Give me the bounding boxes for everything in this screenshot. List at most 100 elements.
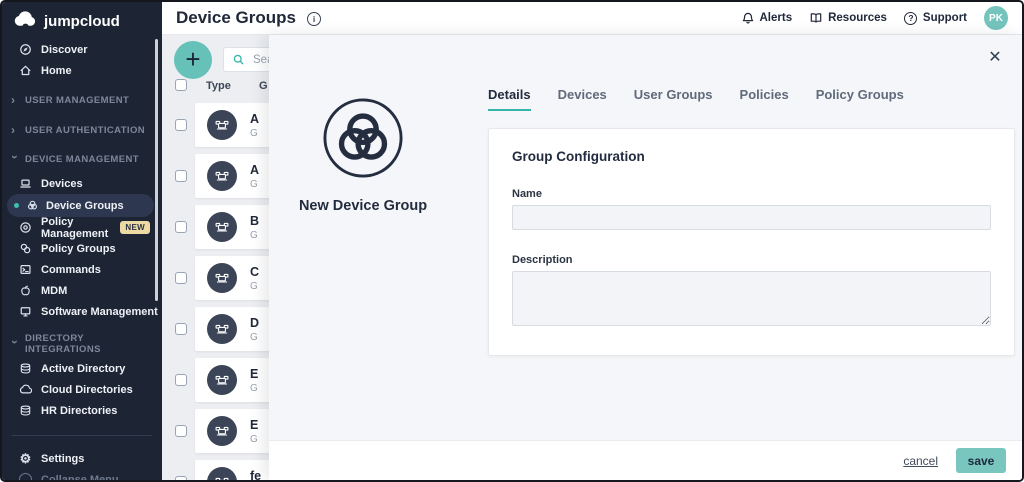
device-group-icon — [207, 416, 237, 446]
page-title: Device Groups — [176, 8, 296, 27]
page-header: Device Groups i Alerts Resources ? Suppo… — [162, 2, 1022, 35]
support-button[interactable]: ? Support — [904, 11, 967, 25]
add-device-group-button[interactable]: + — [174, 41, 212, 79]
row-name: A — [250, 162, 260, 177]
new-device-group-panel: ✕ New Device Group Details Devices User … — [269, 35, 1022, 480]
device-group-icon — [207, 161, 237, 191]
row-checkbox[interactable] — [175, 119, 187, 131]
row-name: E — [250, 417, 259, 432]
row-checkbox[interactable] — [175, 323, 187, 335]
row-sub: G — [250, 127, 258, 139]
tab-policy-groups[interactable]: Policy Groups — [816, 87, 904, 111]
row-sub: G — [250, 382, 258, 394]
tab-policies[interactable]: Policies — [740, 87, 789, 111]
sidebar-item-device-groups[interactable]: Device Groups — [7, 194, 154, 217]
chevron-right-icon: › — [11, 123, 16, 137]
device-group-icon — [207, 365, 237, 395]
group-description-textarea[interactable] — [512, 271, 991, 326]
row-checkbox[interactable] — [175, 476, 187, 480]
device-groups-icon — [26, 199, 39, 212]
row-name: E — [250, 366, 259, 381]
alerts-button[interactable]: Alerts — [741, 11, 792, 25]
bell-icon — [741, 11, 755, 25]
sidebar-section-user-management[interactable]: › USER MANAGEMENT — [2, 92, 162, 108]
sidebar-section-device-management[interactable]: › DEVICE MANAGEMENT — [2, 151, 162, 167]
sidebar-item-label: Home — [41, 64, 72, 77]
sidebar-item-settings[interactable]: ⚙ Settings — [2, 448, 162, 469]
sidebar-item-cloud-directories[interactable]: Cloud Directories — [2, 379, 162, 400]
sidebar-item-collapse-menu[interactable]: ← Collapse Menu — [2, 469, 162, 480]
resources-button[interactable]: Resources — [809, 11, 887, 25]
sidebar-item-commands[interactable]: Commands — [2, 259, 162, 280]
sidebar-item-mdm[interactable]: MDM — [2, 280, 162, 301]
device-group-icon — [207, 467, 237, 480]
description-label: Description — [512, 254, 573, 266]
sidebar-item-policy-groups[interactable]: Policy Groups — [2, 238, 162, 259]
tab-devices[interactable]: Devices — [558, 87, 607, 111]
sidebar-item-label: Discover — [41, 43, 88, 56]
sidebar-section-user-authentication[interactable]: › USER AUTHENTICATION — [2, 122, 162, 138]
laptop-icon — [19, 177, 32, 190]
question-icon: ? — [904, 11, 918, 25]
info-icon[interactable]: i — [307, 9, 321, 27]
book-icon — [809, 11, 823, 25]
row-sub: G — [250, 280, 258, 292]
bullseye-icon — [19, 221, 32, 234]
sidebar-item-discover[interactable]: Discover — [2, 39, 162, 60]
device-group-icon — [207, 314, 237, 344]
column-group[interactable]: G — [259, 80, 268, 92]
group-name-input[interactable] — [512, 205, 991, 230]
row-checkbox[interactable] — [175, 272, 187, 284]
save-button[interactable]: save — [956, 448, 1006, 473]
sidebar-item-devices[interactable]: Devices — [2, 173, 162, 194]
monitor-icon — [19, 305, 32, 318]
sidebar-item-home[interactable]: Home — [2, 60, 162, 81]
card-heading: Group Configuration — [512, 149, 645, 164]
close-button[interactable]: ✕ — [984, 46, 1006, 68]
sidebar-section-directory-integrations[interactable]: › DIRECTORY INTEGRATIONS — [2, 333, 162, 355]
sidebar-divider — [12, 435, 152, 436]
chevron-down-icon: › — [8, 155, 22, 160]
jumpcloud-logo[interactable]: jumpcloud — [2, 2, 162, 39]
select-all-checkbox[interactable] — [175, 79, 187, 91]
chevron-down-icon: › — [7, 340, 22, 345]
sidebar-item-policy-management[interactable]: Policy Management NEW — [2, 216, 162, 240]
row-sub: G — [250, 178, 258, 190]
panel-footer: cancel save — [269, 440, 1022, 480]
header-actions: Alerts Resources ? Support PK — [741, 6, 1008, 30]
sidebar-scrollbar[interactable] — [155, 39, 158, 301]
tab-details[interactable]: Details — [488, 87, 531, 111]
row-name: A — [250, 111, 260, 126]
avatar[interactable]: PK — [984, 6, 1008, 30]
database-icon — [19, 404, 32, 417]
row-checkbox[interactable] — [175, 425, 187, 437]
new-badge: NEW — [120, 221, 150, 234]
cloud-directory-icon — [19, 383, 32, 396]
device-group-icon — [207, 110, 237, 140]
panel-title: New Device Group — [298, 198, 428, 214]
column-type[interactable]: Type — [206, 80, 231, 92]
apple-icon — [19, 284, 32, 297]
row-checkbox[interactable] — [175, 374, 187, 386]
sidebar-item-active-directory[interactable]: Active Directory — [2, 358, 162, 379]
sidebar-item-software-management[interactable]: Software Management — [2, 301, 162, 322]
compass-icon — [19, 43, 32, 56]
device-group-icon — [207, 212, 237, 242]
plus-icon: + — [185, 44, 201, 74]
sidebar: jumpcloud Discover Home › USER MANAGEMEN… — [2, 2, 162, 480]
app-window: jumpcloud Discover Home › USER MANAGEMEN… — [0, 0, 1024, 482]
sidebar-item-hr-directories[interactable]: HR Directories — [2, 400, 162, 421]
row-name: C — [250, 264, 260, 279]
row-name: fe — [250, 468, 262, 481]
row-checkbox[interactable] — [175, 170, 187, 182]
row-sub: G — [250, 229, 258, 241]
collapse-arrow-icon: ← — [19, 473, 32, 480]
gear-icon: ⚙ — [19, 451, 32, 466]
name-label: Name — [512, 188, 542, 200]
home-icon — [19, 64, 32, 77]
row-sub: G — [250, 331, 258, 343]
cancel-link[interactable]: cancel — [903, 454, 938, 468]
row-checkbox[interactable] — [175, 221, 187, 233]
tab-user-groups[interactable]: User Groups — [634, 87, 713, 111]
panel-tabs: Details Devices User Groups Policies Pol… — [488, 87, 904, 111]
